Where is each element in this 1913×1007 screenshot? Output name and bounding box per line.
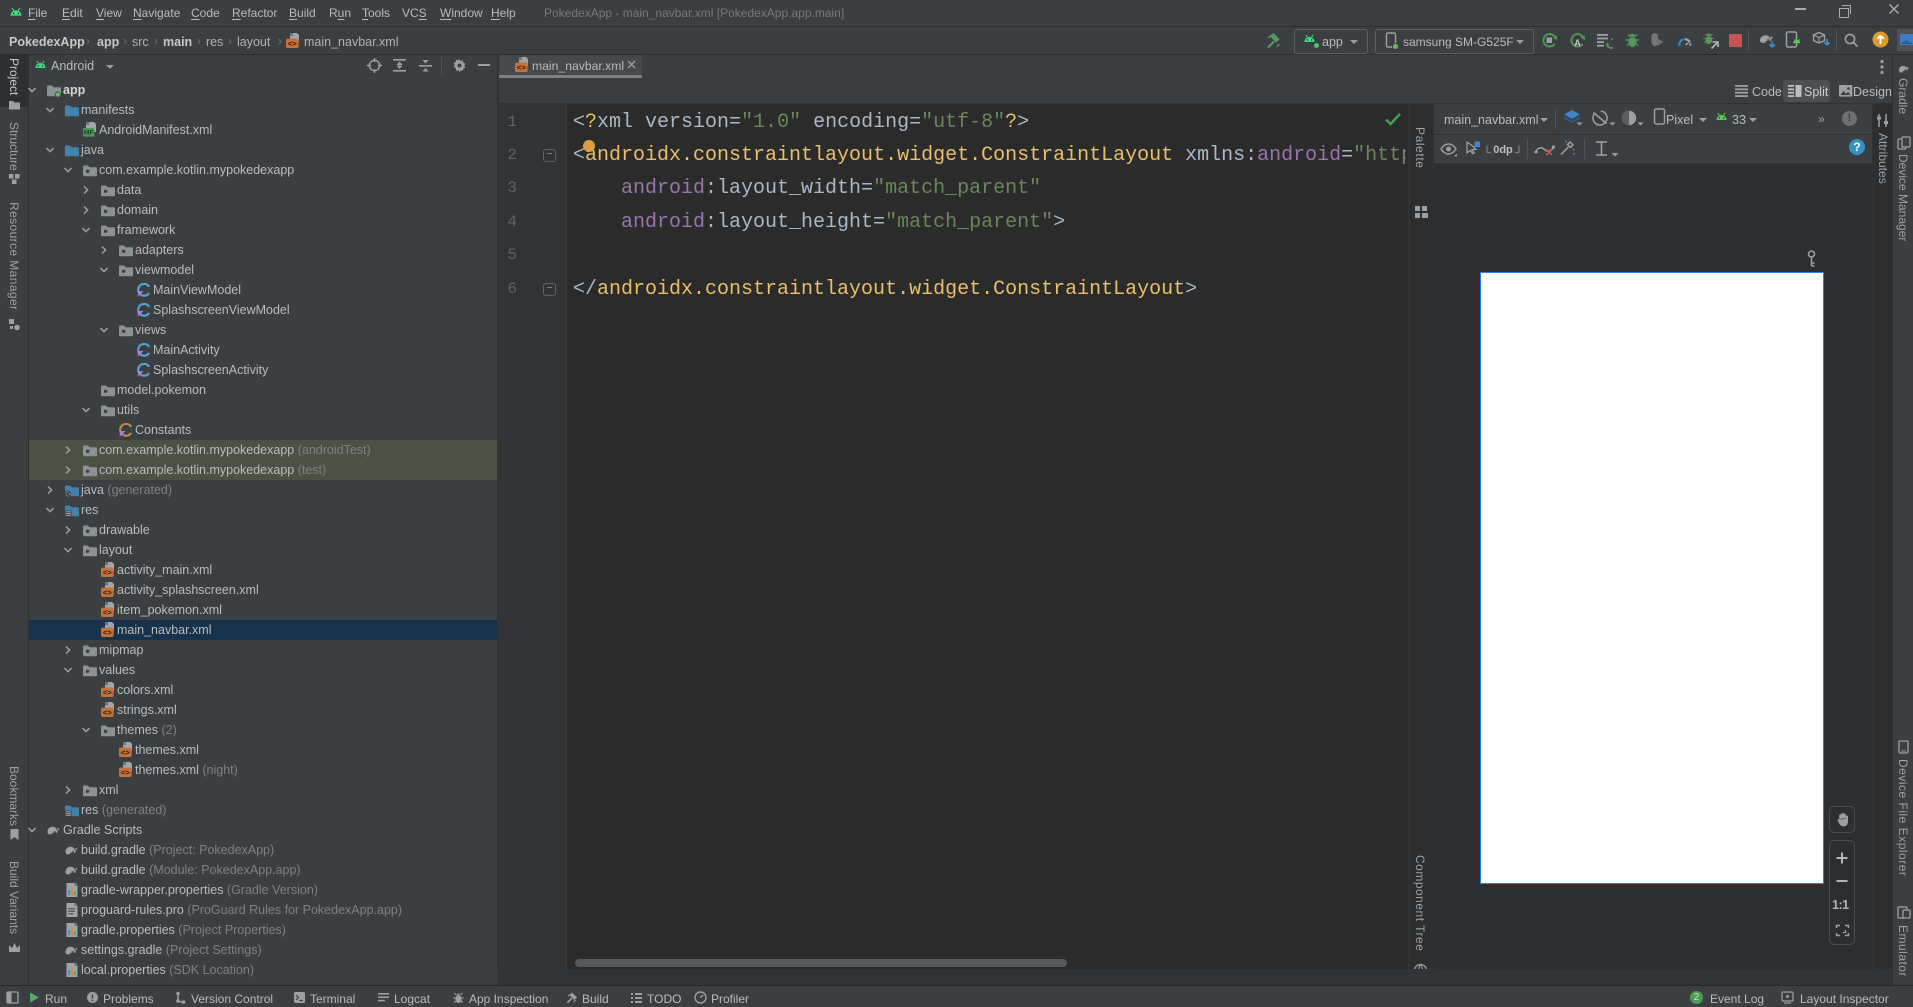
svg-text:MF: MF — [84, 130, 94, 137]
svg-text:<>: <> — [103, 610, 113, 618]
svg-text:<>: <> — [103, 570, 113, 578]
svg-text:<>: <> — [517, 65, 527, 73]
svg-text:<>: <> — [121, 750, 131, 758]
svg-text:<>: <> — [288, 41, 298, 49]
svg-text:<>: <> — [103, 630, 113, 638]
svg-text:<>: <> — [121, 770, 131, 778]
svg-text:0dp: 0dp — [1493, 144, 1513, 156]
svg-text:<>: <> — [103, 690, 113, 698]
svg-text:<>: <> — [103, 710, 113, 718]
svg-text:<>: <> — [103, 590, 113, 598]
svg-text:A: A — [1574, 38, 1581, 48]
